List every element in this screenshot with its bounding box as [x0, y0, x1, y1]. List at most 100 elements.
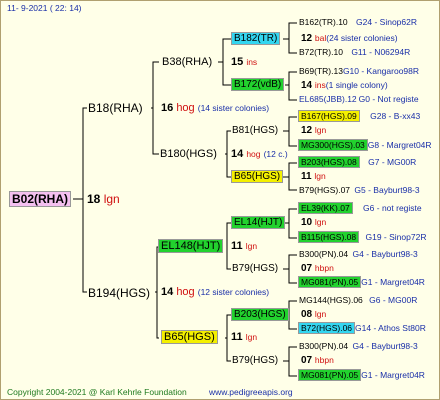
- gen3-stats-1: 12 bal(24 sister colonies): [301, 33, 398, 45]
- gen3-stats-2: 14 ins(1 single colony): [301, 80, 388, 92]
- gen3-name-2: B172(vdB): [231, 78, 285, 91]
- gen4-name-12: MG081(PN).05: [298, 276, 362, 288]
- gen4-info-15: G4 - Bayburt98-3: [352, 341, 418, 351]
- gen3-type-8: hbpn: [314, 355, 334, 365]
- gen3-type-6: hbpn: [314, 263, 334, 273]
- gen4-name-1: B162(TR).10: [299, 17, 348, 27]
- gen3-type-1: bal: [314, 33, 327, 43]
- gen4-row-8[interactable]: B79(HGS).07 G5 - Bayburt98-3: [299, 185, 420, 196]
- gen2-name-4: B65(HGS): [161, 330, 218, 344]
- gen4-info-11: G4 - Bayburt98-3: [352, 249, 418, 259]
- gen3-note-2: (1 single colony): [325, 80, 388, 90]
- gen2-type-1: ins: [246, 57, 258, 67]
- gen3-queen-2[interactable]: B172(vdB): [231, 78, 285, 91]
- gen3-stats-6: 07 hbpn: [301, 263, 334, 275]
- gen1-num-1: 16: [161, 102, 174, 114]
- gen3-queen-4[interactable]: B65(HGS): [231, 170, 284, 183]
- gen4-row-12[interactable]: MG081(PN).05 G1 - Margret04R: [298, 276, 425, 288]
- gen2-num-1: 15: [231, 56, 244, 68]
- gen3-type-7: lgn: [314, 309, 327, 319]
- gen4-info-1: G24 - Sinop62R: [356, 17, 417, 27]
- gen3-num-8: 07: [301, 355, 313, 366]
- gen4-row-9[interactable]: EL39(KK).07 G6 - not registe: [298, 202, 422, 214]
- gen3-type-5: lgn: [314, 217, 327, 227]
- gen4-name-2: B72(TR).10: [299, 47, 343, 57]
- gen4-name-11: B300(PN).04: [299, 249, 349, 259]
- pedigree-chart: 11- 9-2021 ( 22: 14) Copyright 2004-2021…: [0, 0, 440, 400]
- gen4-row-5[interactable]: B167(HGS).09 G28 - B-xx43: [298, 110, 420, 122]
- gen2-num-4: 11: [231, 331, 243, 343]
- gen4-info-14: G14 - Athos St80R: [355, 323, 426, 333]
- gen2-num-3: 11: [231, 240, 243, 252]
- gen4-info-4: G0 - Not registe: [358, 94, 419, 104]
- gen3-stats-7: 08 lgn: [301, 309, 326, 321]
- gen3-num-7: 08: [301, 309, 313, 320]
- gen3-stats-3: 12 lgn: [301, 125, 326, 137]
- gen4-name-7: B203(HGS).08: [298, 156, 360, 168]
- root-queen[interactable]: B02(RHA): [9, 191, 72, 207]
- gen3-queen-3[interactable]: B81(HGS): [232, 125, 278, 137]
- gen2-queen-2[interactable]: B180(HGS): [160, 148, 217, 161]
- gen4-name-3: B69(TR).13: [299, 66, 343, 76]
- gen4-row-3[interactable]: B69(TR).13G10 - Kangaroo98R: [299, 66, 419, 77]
- gen4-row-4[interactable]: EL685(JBB).12 G0 - Not registe: [299, 94, 419, 105]
- gen3-stats-4: 11 lgn: [301, 171, 326, 183]
- gen3-queen-7[interactable]: B203(HGS): [231, 308, 289, 321]
- gen4-info-16: G1 - Margret04R: [361, 370, 425, 380]
- gen3-queen-1[interactable]: B182(TR): [231, 32, 281, 45]
- root-name: B02(RHA): [9, 191, 72, 207]
- gen3-num-6: 07: [301, 263, 313, 274]
- gen3-queen-6[interactable]: B79(HGS): [232, 263, 278, 275]
- gen1-type-1: hog: [176, 102, 195, 114]
- gen3-num-4: 11: [301, 171, 312, 182]
- gen4-name-10: B115(HGS).08: [298, 231, 360, 243]
- gen3-stats-5: 10 lgn: [301, 217, 326, 229]
- gen4-row-15[interactable]: B300(PN).04 G4 - Bayburt98-3: [299, 341, 418, 352]
- gen3-queen-5[interactable]: EL14(HJT): [231, 216, 286, 229]
- gen3-num-5: 10: [301, 217, 313, 228]
- gen4-row-2[interactable]: B72(TR).10 G11 - N06294R: [299, 47, 410, 58]
- gen4-info-6: G8 - Margret04R: [367, 140, 432, 150]
- gen2-num-2: 14: [231, 148, 244, 160]
- gen4-row-14[interactable]: B72(HGS).06 G14 - Athos St80R: [298, 322, 426, 334]
- gen3-name-5: EL14(HJT): [231, 216, 286, 229]
- gen1-queen-2[interactable]: B194(HGS): [88, 286, 150, 301]
- gen4-info-9: G6 - not registe: [363, 203, 422, 213]
- gen1-type-2: hog: [176, 286, 195, 298]
- gen4-row-10[interactable]: B115(HGS).08 G19 - Sinop72R: [298, 231, 426, 243]
- gen4-row-16[interactable]: MG081(PN).05 G1 - Margret04R: [298, 369, 425, 381]
- gen4-info-12: G1 - Margret04R: [361, 277, 425, 287]
- gen2-queen-1[interactable]: B38(RHA): [162, 56, 212, 69]
- gen2-type-2: hog: [246, 149, 261, 159]
- gen3-name-4: B65(HGS): [231, 170, 284, 183]
- copyright: Copyright 2004-2021 @ Karl Kehrle Founda…: [7, 387, 187, 397]
- gen4-row-6[interactable]: MG300(HGS).03 G8 - Margret04R: [298, 139, 432, 151]
- gen4-info-2: G11 - N06294R: [351, 47, 411, 57]
- gen3-num-1: 12: [301, 33, 313, 44]
- report-date: 11- 9-2021 ( 22: 14): [7, 3, 82, 13]
- gen3-queen-8[interactable]: B79(HGS): [232, 355, 278, 367]
- gen2-queen-3[interactable]: EL148(HJT): [158, 239, 224, 253]
- gen4-name-6: MG300(HGS).03: [298, 139, 368, 151]
- gen2-stats-1: 15 ins: [231, 56, 257, 69]
- gen4-row-13[interactable]: MG144(HGS).06 G6 - MG00R: [299, 295, 417, 306]
- gen2-stats-4: 11 lgn: [231, 331, 257, 344]
- gen4-name-14: B72(HGS).06: [298, 322, 356, 334]
- gen4-info-7: G7 - MG00R: [368, 157, 417, 167]
- website-link[interactable]: www.pedigreeapis.org: [209, 387, 293, 398]
- gen3-name-7: B203(HGS): [231, 308, 289, 321]
- gen4-info-3: G10 - Kangaroo98R: [342, 66, 420, 76]
- gen1-queen-1[interactable]: B18(RHA): [88, 101, 143, 116]
- gen4-info-13: G6 - MG00R: [369, 295, 418, 305]
- gen1-stats-1: 16 hog (14 sister colonies): [161, 102, 269, 115]
- gen3-type-3: lgn: [314, 125, 327, 135]
- gen4-name-16: MG081(PN).05: [298, 369, 362, 381]
- gen4-row-11[interactable]: B300(PN).04 G4 - Bayburt98-3: [299, 249, 418, 260]
- gen2-queen-4[interactable]: B65(HGS): [161, 330, 218, 344]
- gen4-row-1[interactable]: B162(TR).10 G24 - Sinop62R: [299, 17, 417, 28]
- gen2-name-3: EL148(HJT): [158, 239, 224, 253]
- gen4-row-7[interactable]: B203(HGS).08 G7 - MG00R: [298, 156, 417, 168]
- gen2-type-4: lgn: [245, 332, 258, 342]
- root-stats: 18 lgn: [87, 192, 120, 207]
- gen4-name-4: EL685(JBB).12: [299, 94, 357, 104]
